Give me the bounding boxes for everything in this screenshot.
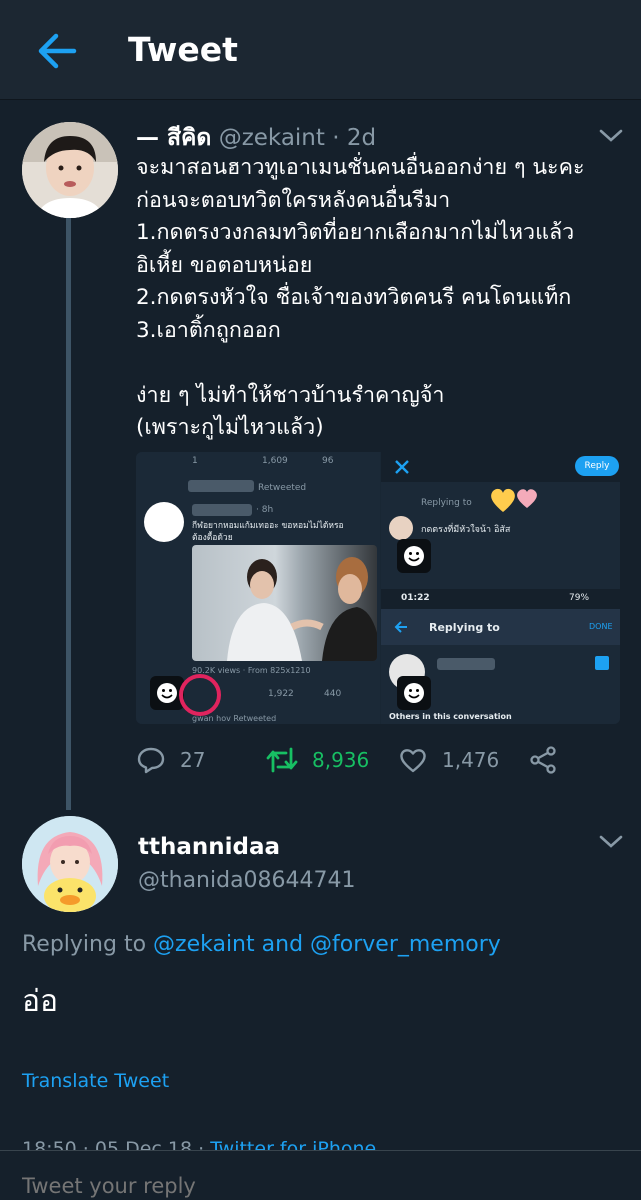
reply-icon <box>137 747 165 774</box>
media-replying-to: Replying to <box>421 498 472 508</box>
replying-to-prefix: Replying to <box>22 932 147 957</box>
media-views: 90.2K views · From 825x1210 <box>192 666 311 675</box>
heart-emoji-icon <box>491 488 537 512</box>
media-others: Others in this conversation <box>389 712 512 721</box>
media-compose-text: กดตรงที่มีหัวใจน้า อิสัส <box>421 525 511 535</box>
checkbox-icon <box>595 656 609 670</box>
media-time: · 8h <box>256 505 274 515</box>
media-footer: gwan hov Retweeted <box>192 714 277 723</box>
thread-connector-line <box>66 218 71 810</box>
media-right-screenshot: Reply Replying to กดตรงที่มีหัวใจน้า อิส… <box>381 452 620 724</box>
blurred-handle <box>192 504 252 516</box>
phone-status-bar: 01:22 79% <box>381 589 620 609</box>
media-caption-line2: ต้องตื้อด้วย <box>192 533 233 543</box>
smiley-icon <box>397 676 431 710</box>
media-bottom-likes: 440 <box>324 689 342 699</box>
author-name[interactable]: — สีคิด <box>136 125 211 151</box>
reply-text: อ่อ <box>22 984 59 1019</box>
media-photo <box>192 545 377 661</box>
media-done: DONE <box>589 622 613 631</box>
media-like-count: 96 <box>322 456 334 466</box>
heart-icon <box>400 749 426 773</box>
highlight-circle <box>179 674 221 716</box>
media-replying-header: Replying to DONE <box>381 609 620 645</box>
media-bottom-retweets: 1,922 <box>268 689 294 699</box>
tweet-text: จะมาสอนฮาวทูเอาเมนชั่นคนอื่นออกง่าย ๆ นะ… <box>136 155 585 440</box>
media-comment-count: 1 <box>192 456 198 466</box>
reply-button[interactable]: 27 <box>136 740 205 780</box>
reply-count: 27 <box>180 748 206 772</box>
media-status-battery: 79% <box>569 593 590 603</box>
replying-to-line: Replying to @zekaint and @forver_memory <box>22 932 501 957</box>
reply-input[interactable] <box>22 1174 622 1198</box>
chevron-down-icon[interactable] <box>598 834 624 850</box>
chevron-down-icon[interactable] <box>598 128 624 144</box>
tweet-media-image[interactable]: 1 1,609 96 Retweeted · 8h กีฬอยากหอมแก้ม… <box>136 452 620 724</box>
retweet-count: 8,936 <box>312 748 370 772</box>
reply-author-avatar[interactable] <box>22 816 118 912</box>
retweet-button[interactable]: 8,936 <box>266 740 369 780</box>
back-arrow-icon[interactable] <box>34 28 80 74</box>
reply-author-handle[interactable]: @thanida08644741 <box>138 868 356 893</box>
media-reply-button: Reply <box>575 456 619 476</box>
media-compose-avatar <box>389 516 413 540</box>
like-count: 1,476 <box>442 748 500 772</box>
blurred-name <box>188 480 254 492</box>
mention-link[interactable]: @forver_memory <box>310 932 501 957</box>
media-retweet-count: 1,609 <box>262 456 288 466</box>
reply-author-name[interactable]: tthannidaa <box>138 834 280 860</box>
blurred-list-name <box>437 658 495 670</box>
mention-link[interactable]: @zekaint <box>153 932 255 957</box>
close-icon <box>395 460 409 474</box>
smiley-icon <box>397 539 431 573</box>
back-arrow-icon <box>394 621 407 633</box>
media-avatar <box>144 502 184 542</box>
tweet-header: — สีคิด @zekaint · 2d <box>136 120 376 156</box>
author-handle[interactable]: @zekaint <box>219 125 325 151</box>
share-icon <box>530 746 556 774</box>
mention-and[interactable]: and <box>262 932 303 957</box>
media-left-screenshot: 1 1,609 96 Retweeted · 8h กีฬอยากหอมแก้ม… <box>136 452 380 724</box>
like-button[interactable]: 1,476 <box>398 740 499 780</box>
media-replying-title: Replying to <box>429 621 500 634</box>
retweet-icon <box>266 747 298 773</box>
share-button[interactable] <box>528 740 572 780</box>
author-avatar[interactable] <box>22 122 118 218</box>
top-navigation-bar: Tweet <box>0 0 641 100</box>
media-status-time: 01:22 <box>401 593 430 603</box>
tweet-action-bar: 27 8,936 1,476 <box>136 740 626 780</box>
tweet-time: · 2d <box>332 125 377 151</box>
media-retweeted-label: Retweeted <box>258 483 307 493</box>
translate-tweet-link[interactable]: Translate Tweet <box>22 1070 169 1092</box>
page-title: Tweet <box>128 30 238 69</box>
